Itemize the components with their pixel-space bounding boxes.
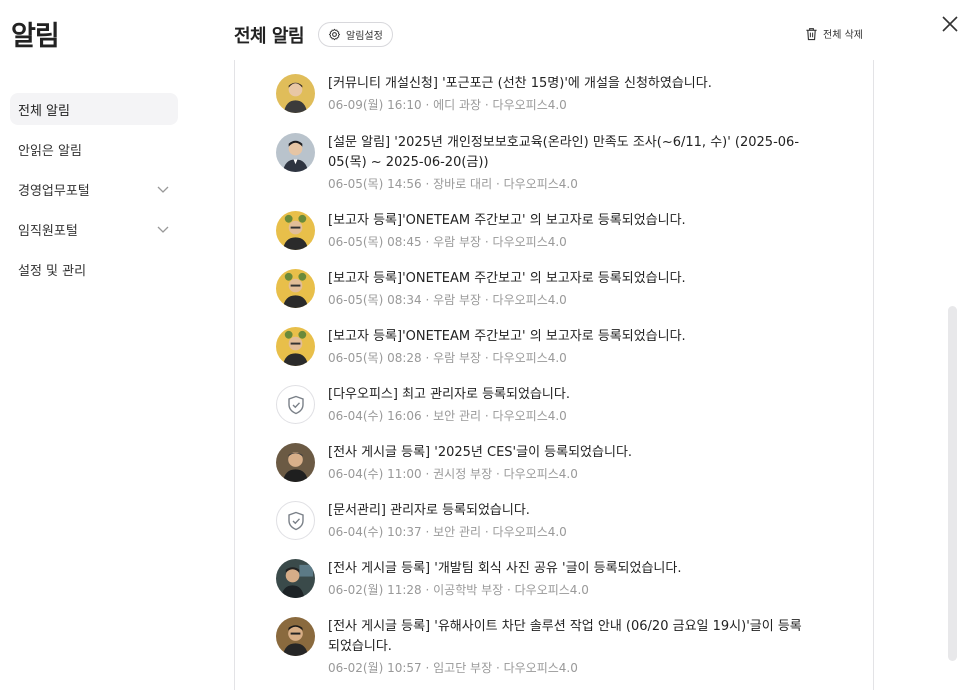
sidebar-item-label: 전체 알림 [18,103,70,119]
notification-meta: 06-02(월) 10:57 · 임고단 부장 · 다우오피스4.0 [328,661,578,675]
notification-meta: 06-05(목) 08:45 · 우람 부장 · 다우오피스4.0 [328,235,567,249]
sidebar-item-label: 안읽은 알림 [18,143,82,159]
list-item[interactable]: [설문 알림] '2025년 개인정보보호교육(온라인) 만족도 조사(~6/1… [276,133,836,194]
list-item[interactable]: [전사 게시글 등록] '2025년 CES'글이 등록되었습니다. 06-04… [276,443,836,484]
avatar [276,211,315,250]
scrollbar[interactable] [948,306,957,661]
list-item[interactable]: [전사 게시글 등록] '유해사이트 차단 솔루션 작업 안내 (06/20 금… [276,617,836,678]
notification-text: [전사 게시글 등록] '2025년 CES'글이 등록되었습니다. [328,445,633,460]
delete-all-label: 전체 삭제 [823,30,863,41]
chevron-down-icon[interactable] [156,182,170,196]
list-item[interactable]: [보고자 등록]'ONETEAM 주간보고' 의 보고자로 등록되었습니다. 0… [276,327,836,368]
notification-meta: 06-05(목) 08:34 · 우람 부장 · 다우오피스4.0 [328,293,567,307]
sidebar-item-settings[interactable]: 설정 및 관리 [10,253,178,285]
notification-meta: 06-04(수) 10:37 · 보안 관리 · 다우오피스4.0 [328,525,567,539]
notification-text: [전사 게시글 등록] '유해사이트 차단 솔루션 작업 안내 (06/20 금… [328,619,802,654]
sidebar-item-label: 임직원포털 [18,223,78,239]
avatar [276,385,315,424]
list-item[interactable]: [보고자 등록]'ONETEAM 주간보고' 의 보고자로 등록되었습니다. 0… [276,211,836,252]
avatar [276,443,315,482]
notification-text: [다우오피스] 최고 관리자로 등록되었습니다. [328,387,570,402]
avatar [276,133,315,172]
list-item[interactable]: [커뮤니티 개설신청] '포근포근 (선찬 15명)'에 개설을 신청하였습니다… [276,74,836,115]
sidebar-item-label: 경영업무포털 [18,183,90,199]
notification-settings-button[interactable]: 알림설정 [318,22,393,47]
notification-meta: 06-05(목) 14:56 · 장바로 대리 · 다우오피스4.0 [328,177,578,191]
notification-text: [전사 게시글 등록] '개발팀 회식 사진 공유 '글이 등록되었습니다. [328,561,682,576]
notification-text: [커뮤니티 개설신청] '포근포근 (선찬 15명)'에 개설을 신청하였습니다… [328,76,712,91]
page-title: 전체 알림 [234,26,305,47]
sidebar: 전체 알림 안읽은 알림 경영업무포털 임직원포털 설정 및 관리 [10,93,178,293]
trash-icon [806,27,817,40]
notification-meta: 06-04(수) 11:00 · 권시정 부장 · 다우오피스4.0 [328,467,578,481]
avatar [276,501,315,540]
settings-button-label: 알림설정 [346,31,383,42]
sidebar-item-label: 설정 및 관리 [18,263,87,279]
notification-text: [보고자 등록]'ONETEAM 주간보고' 의 보고자로 등록되었습니다. [328,213,686,228]
notification-meta: 06-02(월) 11:28 · 이공학박 부장 · 다우오피스4.0 [328,583,589,597]
avatar [276,74,315,113]
sidebar-item-all[interactable]: 전체 알림 [10,93,178,125]
notification-text: [설문 알림] '2025년 개인정보보호교육(온라인) 만족도 조사(~6/1… [328,135,800,170]
list-item[interactable]: [문서관리] 관리자로 등록되었습니다. 06-04(수) 10:37 · 보안… [276,501,836,542]
notification-meta: 06-05(목) 08:28 · 우람 부장 · 다우오피스4.0 [328,351,567,365]
sidebar-item-management-portal[interactable]: 경영업무포털 [10,173,178,205]
list-item[interactable]: [다우오피스] 최고 관리자로 등록되었습니다. 06-04(수) 16:06 … [276,385,836,426]
avatar [276,617,315,656]
avatar [276,269,315,308]
list-item[interactable]: [전사 게시글 등록] '개발팀 회식 사진 공유 '글이 등록되었습니다. 0… [276,559,836,600]
notification-meta: 06-09(월) 16:10 · 에디 과장 · 다우오피스4.0 [328,98,567,112]
sidebar-item-employee-portal[interactable]: 임직원포털 [10,213,178,245]
avatar [276,327,315,366]
list-item[interactable]: [보고자 등록]'ONETEAM 주간보고' 의 보고자로 등록되었습니다. 0… [276,269,836,310]
shield-icon [287,511,304,530]
sidebar-item-unread[interactable]: 안읽은 알림 [10,133,178,165]
chevron-down-icon[interactable] [156,222,170,236]
close-icon[interactable] [940,14,960,34]
avatar [276,559,315,598]
shield-icon [287,395,304,414]
notification-list: [커뮤니티 개설신청] '포근포근 (선찬 15명)'에 개설을 신청하였습니다… [234,60,874,690]
notification-text: [보고자 등록]'ONETEAM 주간보고' 의 보고자로 등록되었습니다. [328,271,686,286]
notification-meta: 06-04(수) 16:06 · 보안 관리 · 다우오피스4.0 [328,409,567,423]
delete-all-button[interactable]: 전체 삭제 [805,26,863,41]
app-title: 알림 [11,21,60,52]
notification-text: [문서관리] 관리자로 등록되었습니다. [328,503,530,518]
gear-icon [328,28,341,41]
notification-text: [보고자 등록]'ONETEAM 주간보고' 의 보고자로 등록되었습니다. [328,329,686,344]
